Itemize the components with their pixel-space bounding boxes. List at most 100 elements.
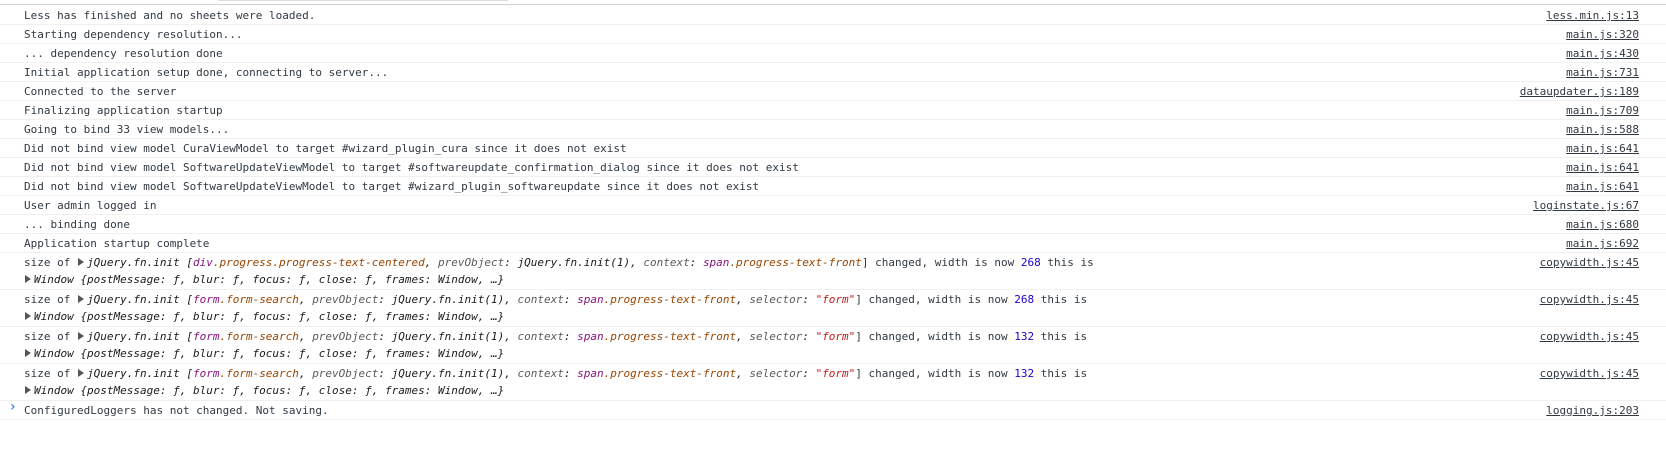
log-suffix: this is bbox=[1040, 256, 1094, 269]
message-text: Starting dependency resolution... bbox=[24, 28, 243, 41]
chevron-right-icon[interactable]: › bbox=[10, 399, 16, 415]
context-class: .progress-text-front bbox=[603, 293, 737, 306]
horizontal-scrollbar[interactable] bbox=[218, 0, 508, 1]
expand-triangle-icon[interactable] bbox=[25, 312, 31, 320]
element-class: .progress.progress-text-centered bbox=[212, 256, 425, 269]
log-prefix: size of bbox=[24, 330, 77, 343]
source-link[interactable]: copywidth.js:45 bbox=[1540, 367, 1639, 380]
console-message: Finalizing application startup main.js:7… bbox=[0, 101, 1666, 120]
window-object[interactable]: Window {postMessage: ƒ, blur: ƒ, focus: … bbox=[24, 273, 504, 286]
width-value: 132 bbox=[1014, 330, 1035, 343]
log-middle: ] changed, width is now bbox=[855, 293, 1015, 306]
window-props: postMessage: ƒ, blur: ƒ, focus: ƒ, close… bbox=[86, 384, 505, 397]
console-message: ... dependency resolution done main.js:4… bbox=[0, 44, 1666, 63]
console-message: Did not bind view model CuraViewModel to… bbox=[0, 139, 1666, 158]
object-label: jQuery.fn.init [ bbox=[86, 293, 193, 306]
context-key: context bbox=[517, 293, 564, 306]
source-link[interactable]: copywidth.js:45 bbox=[1540, 256, 1639, 269]
expand-triangle-icon[interactable] bbox=[25, 349, 31, 357]
message-text: Going to bind 33 view models... bbox=[24, 123, 230, 136]
log-prefix: size of bbox=[24, 256, 77, 269]
console-message: Starting dependency resolution... main.j… bbox=[0, 25, 1666, 44]
prev-object-key: prevObject bbox=[312, 367, 379, 380]
window-object[interactable]: Window {postMessage: ƒ, blur: ƒ, focus: … bbox=[24, 384, 504, 397]
console-message-object: size of jQuery.fn.init [form.form-search… bbox=[0, 364, 1666, 401]
message-text: Did not bind view model CuraViewModel to… bbox=[24, 142, 627, 155]
selector-key: selector bbox=[749, 293, 803, 306]
console-message: Did not bind view model SoftwareUpdateVi… bbox=[0, 177, 1666, 196]
window-props: postMessage: ƒ, blur: ƒ, focus: ƒ, close… bbox=[86, 347, 505, 360]
window-props: postMessage: ƒ, blur: ƒ, focus: ƒ, close… bbox=[86, 310, 505, 323]
source-link[interactable]: main.js:320 bbox=[1566, 28, 1639, 41]
object-label: jQuery.fn.init [ bbox=[86, 330, 193, 343]
console-message: Going to bind 33 view models... main.js:… bbox=[0, 120, 1666, 139]
source-link[interactable]: main.js:430 bbox=[1566, 47, 1639, 60]
log-middle: ] changed, width is now bbox=[855, 330, 1015, 343]
window-props: postMessage: ƒ, blur: ƒ, focus: ƒ, close… bbox=[86, 273, 505, 286]
width-value: 268 bbox=[1014, 293, 1035, 306]
source-link[interactable]: dataupdater.js:189 bbox=[1520, 85, 1639, 98]
source-link[interactable]: copywidth.js:45 bbox=[1540, 330, 1639, 343]
console-message: ConfiguredLoggers has not changed. Not s… bbox=[0, 401, 1666, 420]
prev-object-key: prevObject bbox=[312, 330, 379, 343]
source-link[interactable]: main.js:641 bbox=[1566, 142, 1639, 155]
console-message: Did not bind view model SoftwareUpdateVi… bbox=[0, 158, 1666, 177]
expand-triangle-icon[interactable] bbox=[77, 369, 84, 377]
console-message: ... binding done main.js:680 bbox=[0, 215, 1666, 234]
context-tag: span bbox=[577, 293, 604, 306]
console-message: Application startup complete main.js:692 bbox=[0, 234, 1666, 253]
prev-object-key: prevObject bbox=[312, 293, 379, 306]
message-text: Did not bind view model SoftwareUpdateVi… bbox=[24, 161, 799, 174]
source-link[interactable]: main.js:641 bbox=[1566, 161, 1639, 174]
context-class: .progress-text-front bbox=[729, 256, 862, 269]
message-text: ... binding done bbox=[24, 218, 130, 231]
source-link[interactable]: main.js:680 bbox=[1566, 218, 1639, 231]
message-text: Connected to the server bbox=[24, 85, 177, 98]
width-value: 268 bbox=[1020, 256, 1041, 269]
log-suffix: this is bbox=[1034, 367, 1088, 380]
source-link[interactable]: main.js:692 bbox=[1566, 237, 1639, 250]
console-message: Initial application setup done, connecti… bbox=[0, 63, 1666, 82]
expand-triangle-icon[interactable] bbox=[77, 258, 84, 266]
expand-triangle-icon[interactable] bbox=[77, 332, 84, 340]
message-text: size of jQuery.fn.init [form.form-search… bbox=[24, 330, 1088, 343]
prev-object-value: jQuery.fn.init(1) bbox=[391, 367, 505, 380]
object-label: jQuery.fn.init [ bbox=[86, 367, 193, 380]
message-text: Less has finished and no sheets were loa… bbox=[24, 9, 316, 22]
element-tag: div bbox=[192, 256, 213, 269]
expand-triangle-icon[interactable] bbox=[77, 295, 84, 303]
context-class: .progress-text-front bbox=[603, 330, 737, 343]
source-link[interactable]: main.js:709 bbox=[1566, 104, 1639, 117]
context-tag: span bbox=[702, 256, 730, 269]
console-message-object: size of jQuery.fn.init [form.form-search… bbox=[0, 327, 1666, 364]
source-link[interactable]: main.js:731 bbox=[1566, 66, 1639, 79]
window-object[interactable]: Window {postMessage: ƒ, blur: ƒ, focus: … bbox=[24, 347, 504, 360]
source-link[interactable]: loginstate.js:67 bbox=[1533, 199, 1639, 212]
selector-value: "form" bbox=[815, 293, 856, 306]
message-text: size of jQuery.fn.init [form.form-search… bbox=[24, 367, 1088, 380]
prev-object-value: jQuery.fn.init(1) bbox=[517, 256, 631, 269]
selector-value: "form" bbox=[815, 367, 856, 380]
prev-object-value: jQuery.fn.init(1) bbox=[391, 330, 505, 343]
source-link[interactable]: less.min.js:13 bbox=[1546, 9, 1639, 22]
element-class: .form-search bbox=[219, 293, 299, 306]
source-link[interactable]: copywidth.js:45 bbox=[1540, 293, 1639, 306]
message-text: Initial application setup done, connecti… bbox=[24, 66, 389, 79]
message-text: ConfiguredLoggers has not changed. Not s… bbox=[24, 404, 329, 417]
source-link[interactable]: logging.js:203 bbox=[1546, 404, 1639, 417]
expand-triangle-icon[interactable] bbox=[25, 275, 31, 283]
expand-triangle-icon[interactable] bbox=[25, 386, 31, 394]
prev-object-key: prevObject bbox=[438, 256, 505, 269]
selector-value: "form" bbox=[815, 330, 856, 343]
context-tag: span bbox=[577, 330, 604, 343]
console-message: User admin logged in loginstate.js:67 bbox=[0, 196, 1666, 215]
selector-key: selector bbox=[749, 330, 803, 343]
context-key: context bbox=[517, 367, 564, 380]
source-link[interactable]: main.js:641 bbox=[1566, 180, 1639, 193]
window-object[interactable]: Window {postMessage: ƒ, blur: ƒ, focus: … bbox=[24, 310, 504, 323]
source-link[interactable]: main.js:588 bbox=[1566, 123, 1639, 136]
element-tag: form bbox=[192, 330, 220, 343]
window-label: Window { bbox=[34, 347, 87, 360]
log-suffix: this is bbox=[1034, 330, 1088, 343]
prev-object-value: jQuery.fn.init(1) bbox=[391, 293, 505, 306]
